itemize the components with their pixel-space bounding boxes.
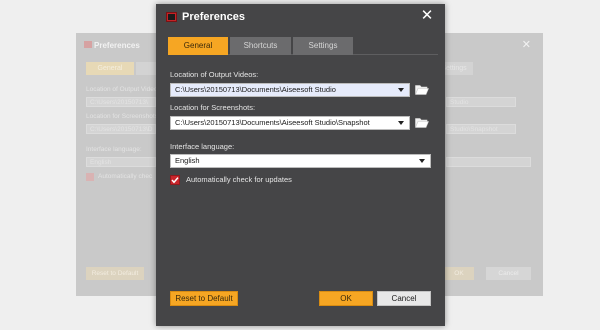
close-icon[interactable]: ✕ (419, 8, 435, 24)
checkmark-icon (171, 177, 179, 184)
chevron-down-icon (398, 88, 404, 92)
background-screens-label: Location for Screenshots (86, 113, 158, 120)
app-logo-icon (166, 12, 177, 22)
background-checkbox (86, 173, 94, 181)
background-screens-field-tail: Studio\Snapshot (446, 124, 516, 134)
background-output-field-tail: Studio (446, 97, 516, 107)
background-close-icon: ✕ (521, 39, 531, 51)
tab-bar: General Shortcuts Settings (168, 37, 438, 55)
folder-open-icon[interactable] (415, 84, 429, 95)
background-tab-general: General (86, 62, 134, 75)
output-videos-value: C:\Users\20150713\Documents\Aiseesoft St… (175, 85, 336, 94)
background-screens-field: C:\Users\20150713\D (86, 124, 156, 134)
output-videos-label: Location of Output Videos: (170, 70, 259, 79)
screenshots-select[interactable]: C:\Users\20150713\Documents\Aiseesoft St… (170, 116, 410, 130)
tab-general[interactable]: General (168, 37, 228, 55)
dialog-titlebar: Preferences ✕ (156, 4, 445, 31)
background-language-field: English (86, 157, 156, 167)
language-select[interactable]: English (170, 154, 431, 168)
background-cancel-button: Cancel (486, 267, 531, 280)
preferences-dialog: Preferences ✕ General Shortcuts Settings… (156, 4, 445, 326)
tab-settings[interactable]: Settings (293, 37, 353, 55)
screenshots-value: C:\Users\20150713\Documents\Aiseesoft St… (175, 118, 370, 127)
background-ok-button: OK (444, 267, 474, 280)
background-screens-value: C:\Users\20150713\D (90, 126, 153, 133)
background-output-label: Location of Output Video (86, 86, 158, 93)
background-output-field: C:\Users\20150713\ (86, 97, 156, 107)
folder-open-icon[interactable] (415, 117, 429, 128)
cancel-button[interactable]: Cancel (377, 291, 431, 306)
background-language-field-tail (446, 157, 531, 167)
background-auto-label: Automatically chec (98, 173, 153, 180)
auto-update-label: Automatically check for updates (186, 175, 292, 184)
language-label: Interface language: (170, 142, 235, 151)
background-language-value: English (90, 159, 112, 166)
background-screens-tail: Studio\Snapshot (450, 126, 498, 133)
ok-button[interactable]: OK (319, 291, 373, 306)
background-reset-button: Reset to Default (86, 267, 144, 280)
background-language-label: Interface language: (86, 146, 142, 153)
output-videos-select[interactable]: C:\Users\20150713\Documents\Aiseesoft St… (170, 83, 410, 97)
reset-to-default-button[interactable]: Reset to Default (170, 291, 238, 306)
screenshots-label: Location for Screenshots: (170, 103, 256, 112)
chevron-down-icon (419, 159, 425, 163)
language-value: English (175, 156, 200, 165)
chevron-down-icon (398, 121, 404, 125)
tab-shortcuts[interactable]: Shortcuts (230, 37, 291, 55)
background-app-icon (84, 41, 92, 48)
auto-update-checkbox[interactable] (170, 175, 180, 185)
dialog-title: Preferences (182, 11, 245, 23)
background-tab-shortcuts (136, 62, 156, 75)
background-output-value: C:\Users\20150713\ (90, 99, 148, 106)
background-output-tail: Studio (450, 99, 469, 106)
background-dialog-title: Preferences (94, 41, 140, 50)
